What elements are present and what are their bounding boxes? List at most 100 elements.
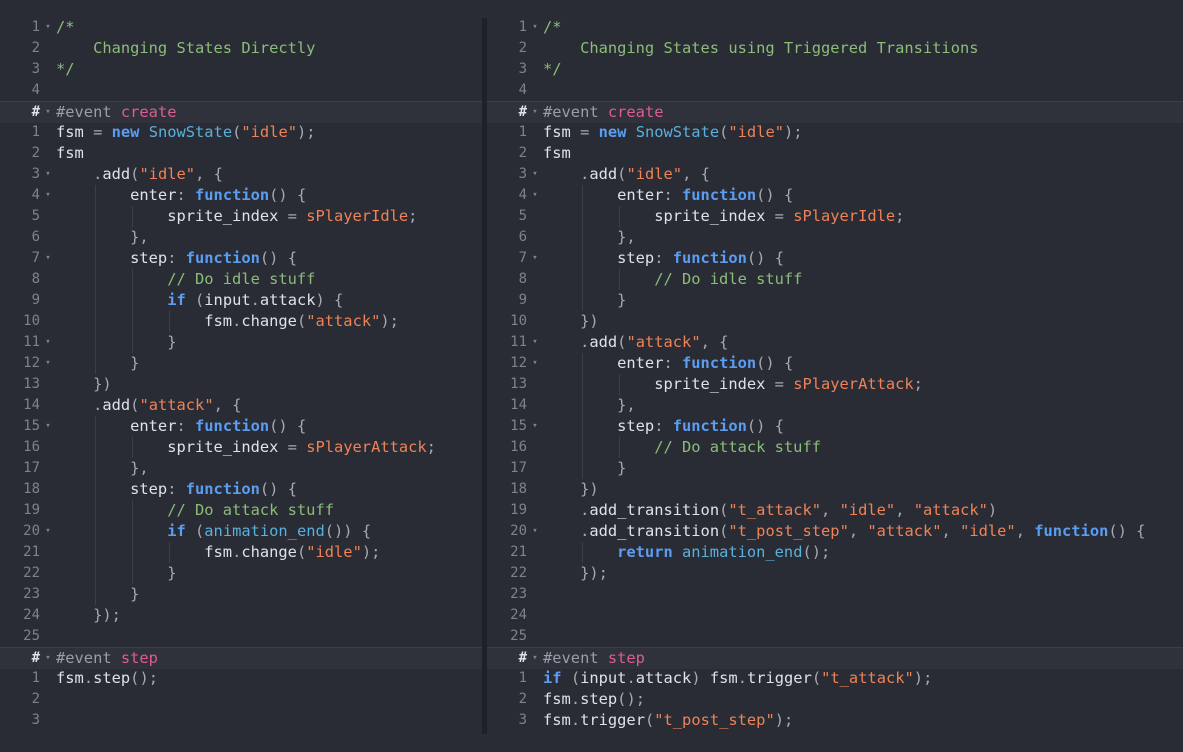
code-line[interactable]: 22 }	[0, 563, 482, 584]
code-line[interactable]: 10 fsm.change("attack");	[0, 311, 482, 332]
code-line[interactable]: 2 Changing States Directly	[0, 38, 482, 59]
code-line[interactable]: 25	[487, 626, 1183, 647]
code-text: })	[56, 374, 112, 395]
code-line[interactable]: 1 fsm = new SnowState("idle");	[487, 122, 1183, 143]
code-text: step: function() {	[543, 416, 784, 437]
code-line[interactable]: 2 Changing States using Triggered Transi…	[487, 38, 1183, 59]
fold-toggle-icon[interactable]: ▾	[43, 248, 53, 269]
code-line[interactable]: 3 fsm.trigger("t_post_step");	[487, 710, 1183, 731]
code-line[interactable]: 15 ▾ step: function() {	[487, 416, 1183, 437]
code-pane-right[interactable]: 1 ▾/* 2 Changing States using Triggered Tr…	[487, 0, 1183, 752]
code-line[interactable]: 4	[487, 80, 1183, 101]
fold-toggle-icon[interactable]: ▾	[43, 521, 53, 542]
code-line[interactable]: 1 fsm = new SnowState("idle");	[0, 122, 482, 143]
code-line[interactable]: 8 // Do idle stuff	[0, 269, 482, 290]
code-line[interactable]: 5 sprite_index = sPlayerIdle;	[0, 206, 482, 227]
fold-toggle-icon[interactable]: ▾	[530, 248, 540, 269]
event-header-line[interactable]: # ▾ #event create	[0, 101, 482, 123]
code-line[interactable]: 3	[0, 710, 482, 731]
code-line[interactable]: 23	[487, 584, 1183, 605]
code-line[interactable]: 13 sprite_index = sPlayerAttack;	[487, 374, 1183, 395]
code-line[interactable]: 4 ▾ enter: function() {	[487, 185, 1183, 206]
fold-toggle-icon[interactable]: ▾	[43, 185, 53, 206]
code-line[interactable]: 16 // Do attack stuff	[487, 437, 1183, 458]
code-line[interactable]: 9 if (input.attack) {	[0, 290, 482, 311]
code-line[interactable]: 2 fsm.step();	[487, 689, 1183, 710]
code-line[interactable]: 23 }	[0, 584, 482, 605]
code-line[interactable]: 21 return animation_end();	[487, 542, 1183, 563]
string-literal: "attack"	[626, 333, 701, 351]
code-line[interactable]: 7 ▾ step: function() {	[487, 248, 1183, 269]
code-line[interactable]: 1 if (input.attack) fsm.trigger("t_attack…	[487, 668, 1183, 689]
code-line[interactable]: 9 }	[487, 290, 1183, 311]
fold-toggle-icon[interactable]: ▾	[43, 648, 53, 669]
code-line[interactable]: 6 },	[0, 227, 482, 248]
fold-toggle-icon[interactable]: ▾	[43, 102, 53, 123]
event-header-line[interactable]: # ▾ #event create	[487, 101, 1183, 123]
code-line[interactable]: 3 */	[487, 59, 1183, 80]
fold-toggle-icon[interactable]: ▾	[530, 102, 540, 123]
code-line[interactable]: 16 sprite_index = sPlayerAttack;	[0, 437, 482, 458]
fold-toggle-icon[interactable]: ▾	[43, 353, 53, 374]
fold-toggle-icon[interactable]: ▾	[530, 332, 540, 353]
code-line[interactable]: 13 })	[0, 374, 482, 395]
code-line[interactable]: 1 ▾/*	[0, 17, 482, 38]
code-line[interactable]: 10 })	[487, 311, 1183, 332]
code-line[interactable]: 14 },	[487, 395, 1183, 416]
code-line[interactable]: 2 fsm	[487, 143, 1183, 164]
code-line[interactable]: 20 ▾ .add_transition("t_post_step", "atta…	[487, 521, 1183, 542]
fold-toggle-icon[interactable]: ▾	[43, 17, 53, 38]
fold-toggle-icon[interactable]: ▾	[530, 416, 540, 437]
code-line[interactable]: 24 });	[0, 605, 482, 626]
fold-toggle-icon[interactable]: ▾	[530, 521, 540, 542]
line-number: 2	[31, 691, 40, 707]
code-line[interactable]: 2	[0, 689, 482, 710]
identifier: enter	[543, 354, 664, 372]
code-line[interactable]: 1 fsm.step();	[0, 668, 482, 689]
code-line[interactable]: 18 })	[487, 479, 1183, 500]
fold-toggle-icon[interactable]: ▾	[530, 648, 540, 669]
punctuation: , {	[682, 165, 710, 183]
event-header-line[interactable]: # ▾ #event step	[0, 647, 482, 669]
code-line[interactable]: 8 // Do idle stuff	[487, 269, 1183, 290]
code-line[interactable]: 11 ▾ }	[0, 332, 482, 353]
code-line[interactable]: 11 ▾ .add("attack", {	[487, 332, 1183, 353]
fold-toggle-icon[interactable]: ▾	[530, 164, 540, 185]
code-line[interactable]: 12 ▾ enter: function() {	[487, 353, 1183, 374]
event-header-line[interactable]: # ▾ #event step	[487, 647, 1183, 669]
code-text: }	[543, 290, 626, 311]
code-line[interactable]: 17 },	[0, 458, 482, 479]
punctuation: (	[644, 711, 655, 729]
code-line[interactable]: 24	[487, 605, 1183, 626]
code-line[interactable]: 21 fsm.change("idle");	[0, 542, 482, 563]
code-line[interactable]: 4 ▾ enter: function() {	[0, 185, 482, 206]
code-line[interactable]: 17 }	[487, 458, 1183, 479]
code-line[interactable]: 14 .add("attack", {	[0, 395, 482, 416]
fold-toggle-icon[interactable]: ▾	[530, 353, 540, 374]
code-line[interactable]: 19 // Do attack stuff	[0, 500, 482, 521]
code-line[interactable]: 19 .add_transition("t_attack", "idle", "…	[487, 500, 1183, 521]
fold-toggle-icon[interactable]: ▾	[530, 185, 540, 206]
code-line[interactable]: 3 */	[0, 59, 482, 80]
code-line[interactable]: 25	[0, 626, 482, 647]
code-line[interactable]: 3 ▾ .add("idle", {	[487, 164, 1183, 185]
fold-toggle-icon[interactable]: ▾	[530, 17, 540, 38]
code-line[interactable]: 5 sprite_index = sPlayerIdle;	[487, 206, 1183, 227]
code-line[interactable]: 4	[0, 80, 482, 101]
code-line[interactable]: 20 ▾ if (animation_end()) {	[0, 521, 482, 542]
code-line[interactable]: 6 },	[487, 227, 1183, 248]
code-line[interactable]: 2 fsm	[0, 143, 482, 164]
fold-toggle-icon[interactable]: ▾	[43, 164, 53, 185]
punctuation: () {	[746, 249, 784, 267]
code-line[interactable]: 3 ▾ .add("idle", {	[0, 164, 482, 185]
code-line[interactable]: 18 step: function() {	[0, 479, 482, 500]
fold-toggle-icon[interactable]: ▾	[43, 416, 53, 437]
code-line[interactable]: 15 ▾ enter: function() {	[0, 416, 482, 437]
fold-toggle-icon[interactable]: ▾	[43, 332, 53, 353]
code-line[interactable]: 12 ▾ }	[0, 353, 482, 374]
code-line[interactable]: 7 ▾ step: function() {	[0, 248, 482, 269]
code-line[interactable]: 22 });	[487, 563, 1183, 584]
identifier: fsm	[543, 711, 571, 729]
code-line[interactable]: 1 ▾/*	[487, 17, 1183, 38]
code-pane-left[interactable]: 1 ▾/* 2 Changing States Directly 3 */4 # ▾ #eve…	[0, 0, 482, 752]
